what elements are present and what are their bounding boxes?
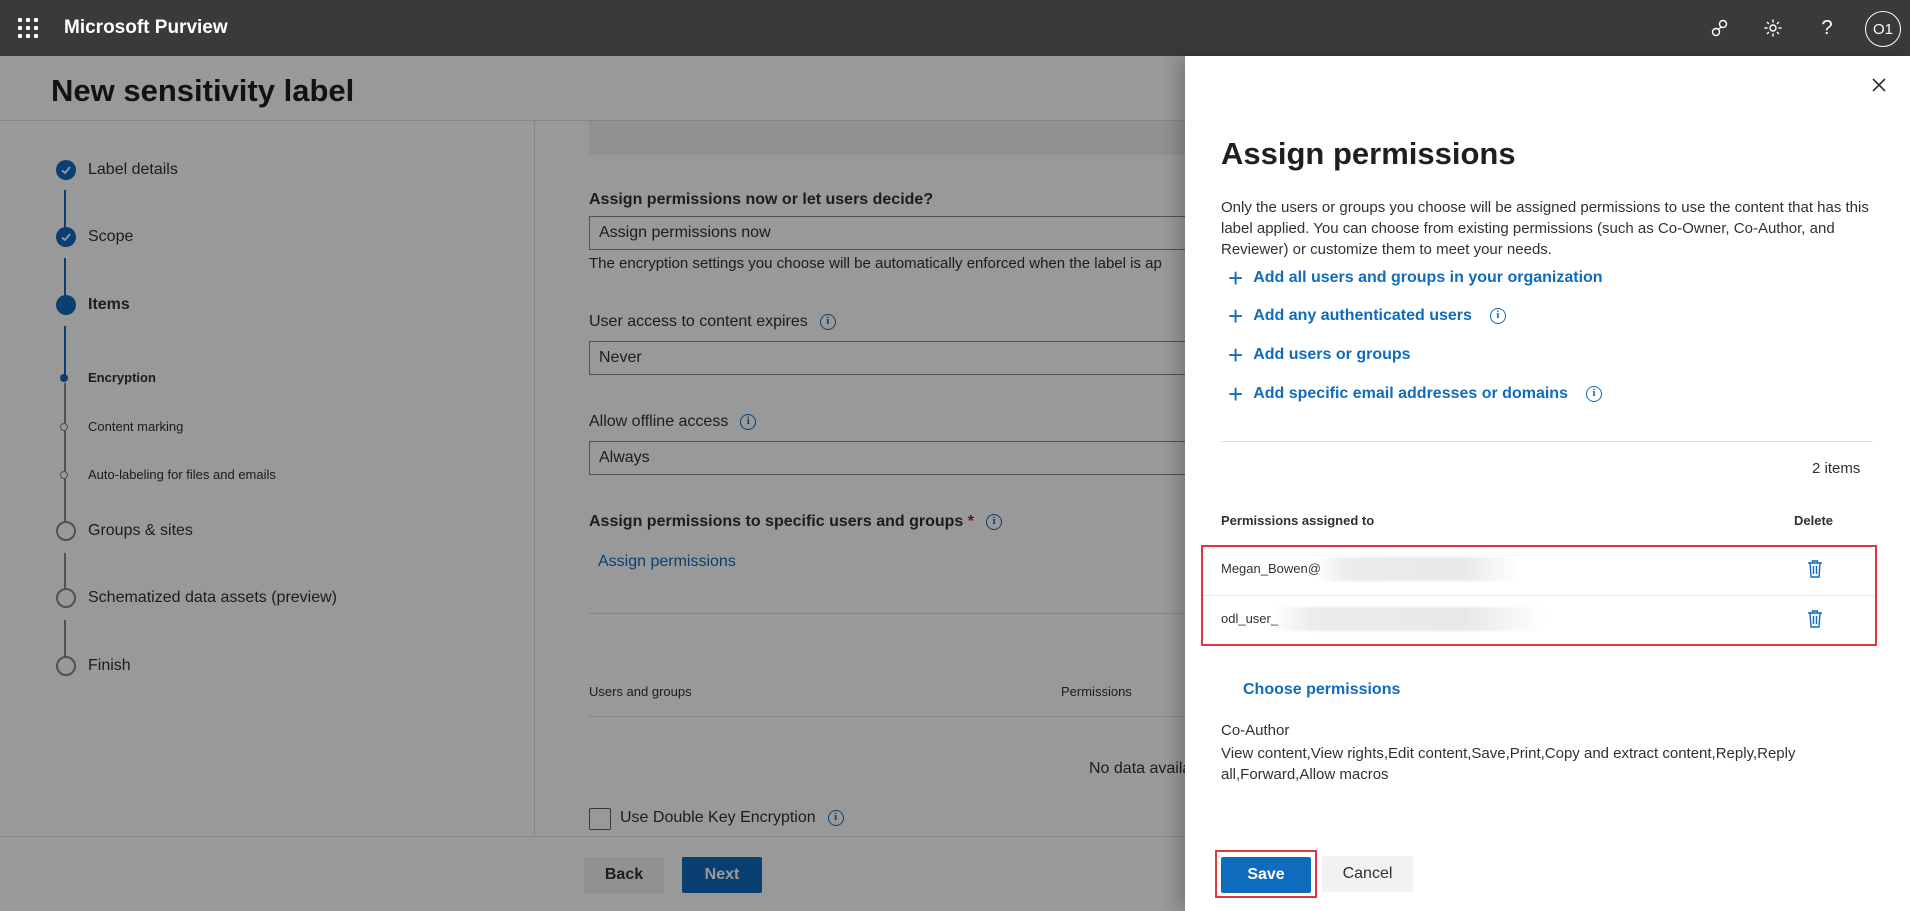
add-authenticated-users-link[interactable]: + Add any authenticated users i	[1228, 301, 1506, 331]
column-header-assigned: Permissions assigned to	[1221, 513, 1375, 528]
help-icon[interactable]: ?	[1813, 14, 1841, 42]
divider	[1221, 441, 1873, 442]
feedback-icon[interactable]	[1706, 14, 1734, 42]
plus-icon: +	[1228, 263, 1244, 293]
permission-row-user: odl_user_	[1221, 611, 1279, 626]
plus-icon: +	[1228, 340, 1244, 370]
redacted-text	[1316, 557, 1521, 581]
save-button[interactable]: Save	[1221, 857, 1311, 893]
info-icon[interactable]: i	[1585, 386, 1602, 402]
permission-row-user: Megan_Bowen@	[1221, 561, 1321, 576]
plus-icon: +	[1228, 379, 1244, 409]
delete-icon[interactable]	[1807, 609, 1823, 629]
avatar[interactable]: O1	[1865, 11, 1901, 47]
top-bar: Microsoft Purview ? O1	[0, 0, 1910, 56]
add-email-domains-link[interactable]: + Add specific email addresses or domains…	[1228, 379, 1602, 409]
panel-title: Assign permissions	[1221, 136, 1516, 171]
app-name[interactable]: Microsoft Purview	[64, 17, 228, 39]
delete-icon[interactable]	[1807, 559, 1823, 579]
close-icon[interactable]	[1868, 74, 1890, 96]
permission-role: Co-Author	[1221, 722, 1290, 739]
permission-rights: View content,View rights,Edit content,Sa…	[1221, 745, 1796, 783]
choose-permissions-link[interactable]: Choose permissions	[1243, 681, 1400, 699]
column-header-delete: Delete	[1794, 513, 1834, 528]
redacted-text	[1271, 607, 1546, 631]
modal-overlay[interactable]	[0, 56, 1185, 911]
settings-icon[interactable]	[1759, 14, 1787, 42]
plus-icon: +	[1228, 301, 1244, 331]
cancel-button[interactable]: Cancel	[1322, 856, 1413, 892]
waffle-icon[interactable]	[18, 18, 38, 38]
items-count: 2 items	[1812, 460, 1861, 477]
row-divider	[1203, 595, 1875, 596]
add-users-groups-link[interactable]: + Add users or groups	[1228, 340, 1411, 370]
info-icon[interactable]: i	[1489, 308, 1506, 324]
panel-description: Only the users or groups you choose will…	[1221, 199, 1869, 258]
add-all-users-link[interactable]: + Add all users and groups in your organi…	[1228, 263, 1603, 293]
